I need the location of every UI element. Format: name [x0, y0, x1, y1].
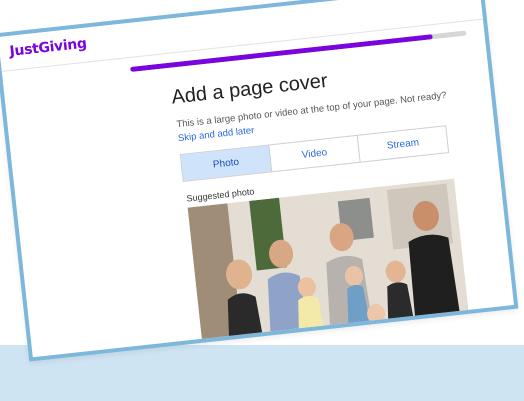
browser-screenshot-frame: JustGiving Add a page cover This is a la… [0, 0, 519, 362]
justgiving-logo[interactable]: JustGiving [9, 36, 88, 60]
tab-photo[interactable]: Photo [180, 145, 273, 181]
tab-video[interactable]: Video [269, 135, 361, 172]
tab-stream[interactable]: Stream [358, 126, 448, 161]
suggested-photo[interactable] [187, 178, 471, 357]
family-photo-illustration [187, 178, 471, 357]
